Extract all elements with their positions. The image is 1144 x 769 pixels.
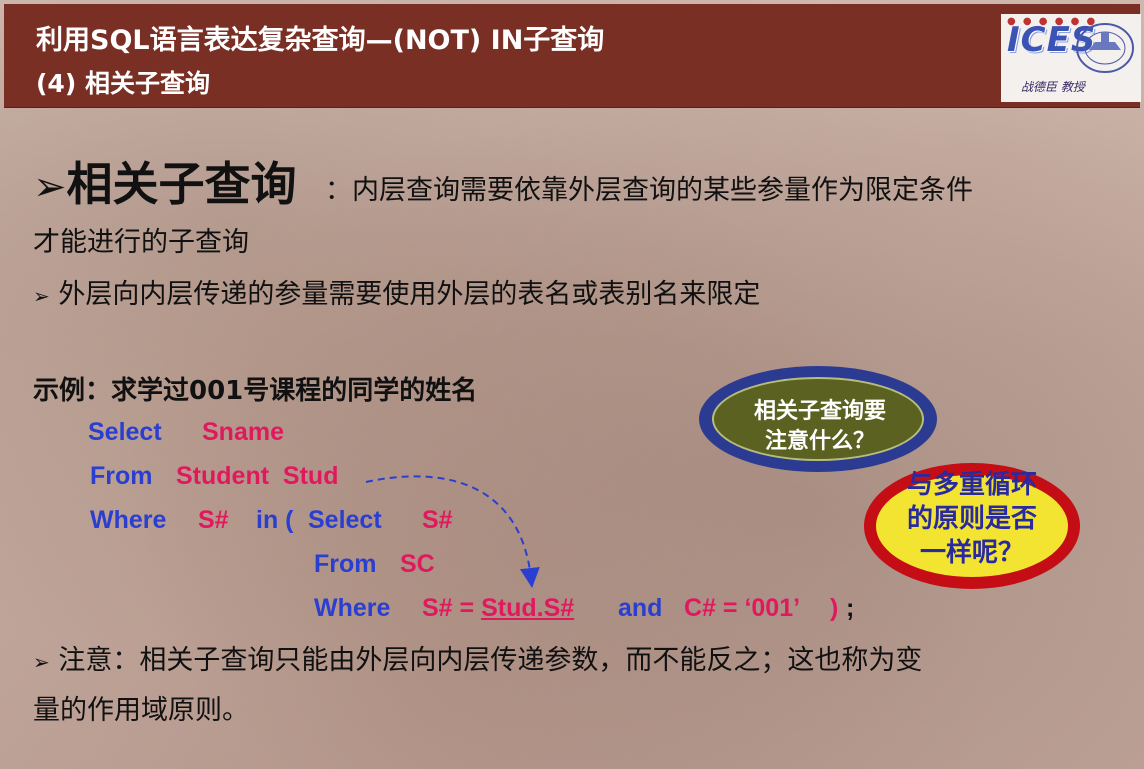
callout-line: 与多重循环 [906, 470, 1037, 500]
note-text-1: 注意：相关子查询只能由外层向内层传递参数，而不能反之；这也称为变 [58, 645, 923, 676]
note-line-1: ➢ 注意：相关子查询只能由外层向内层传递参数，而不能反之；这也称为变 [33, 638, 922, 677]
callout-text: 与多重循环 的原则是否 一样呢？ [864, 468, 1080, 570]
callout-bubble-question: 相关子查询要 注意什么？ [699, 366, 937, 472]
callout-line: 一样呢？ [919, 538, 1024, 568]
note-line-2: 量的作用域原则。 [33, 695, 249, 726]
slide-content: ➢相关子查询 ：内层查询需要依靠外层查询的某些参量作为限定条件 才能进行的子查询… [0, 0, 1144, 769]
bullet-arrow-icon: ➢ [33, 650, 50, 674]
callout-line: 的原则是否 [906, 504, 1037, 534]
callout-line: 注意什么？ [764, 429, 875, 454]
callout-text: 相关子查询要 注意什么？ [714, 397, 926, 457]
callout-bubble-inner: 相关子查询要 注意什么？ [712, 377, 924, 461]
callout-line: 相关子查询要 [753, 399, 886, 424]
callout-bubble-loop: 与多重循环 的原则是否 一样呢？ [864, 463, 1080, 589]
